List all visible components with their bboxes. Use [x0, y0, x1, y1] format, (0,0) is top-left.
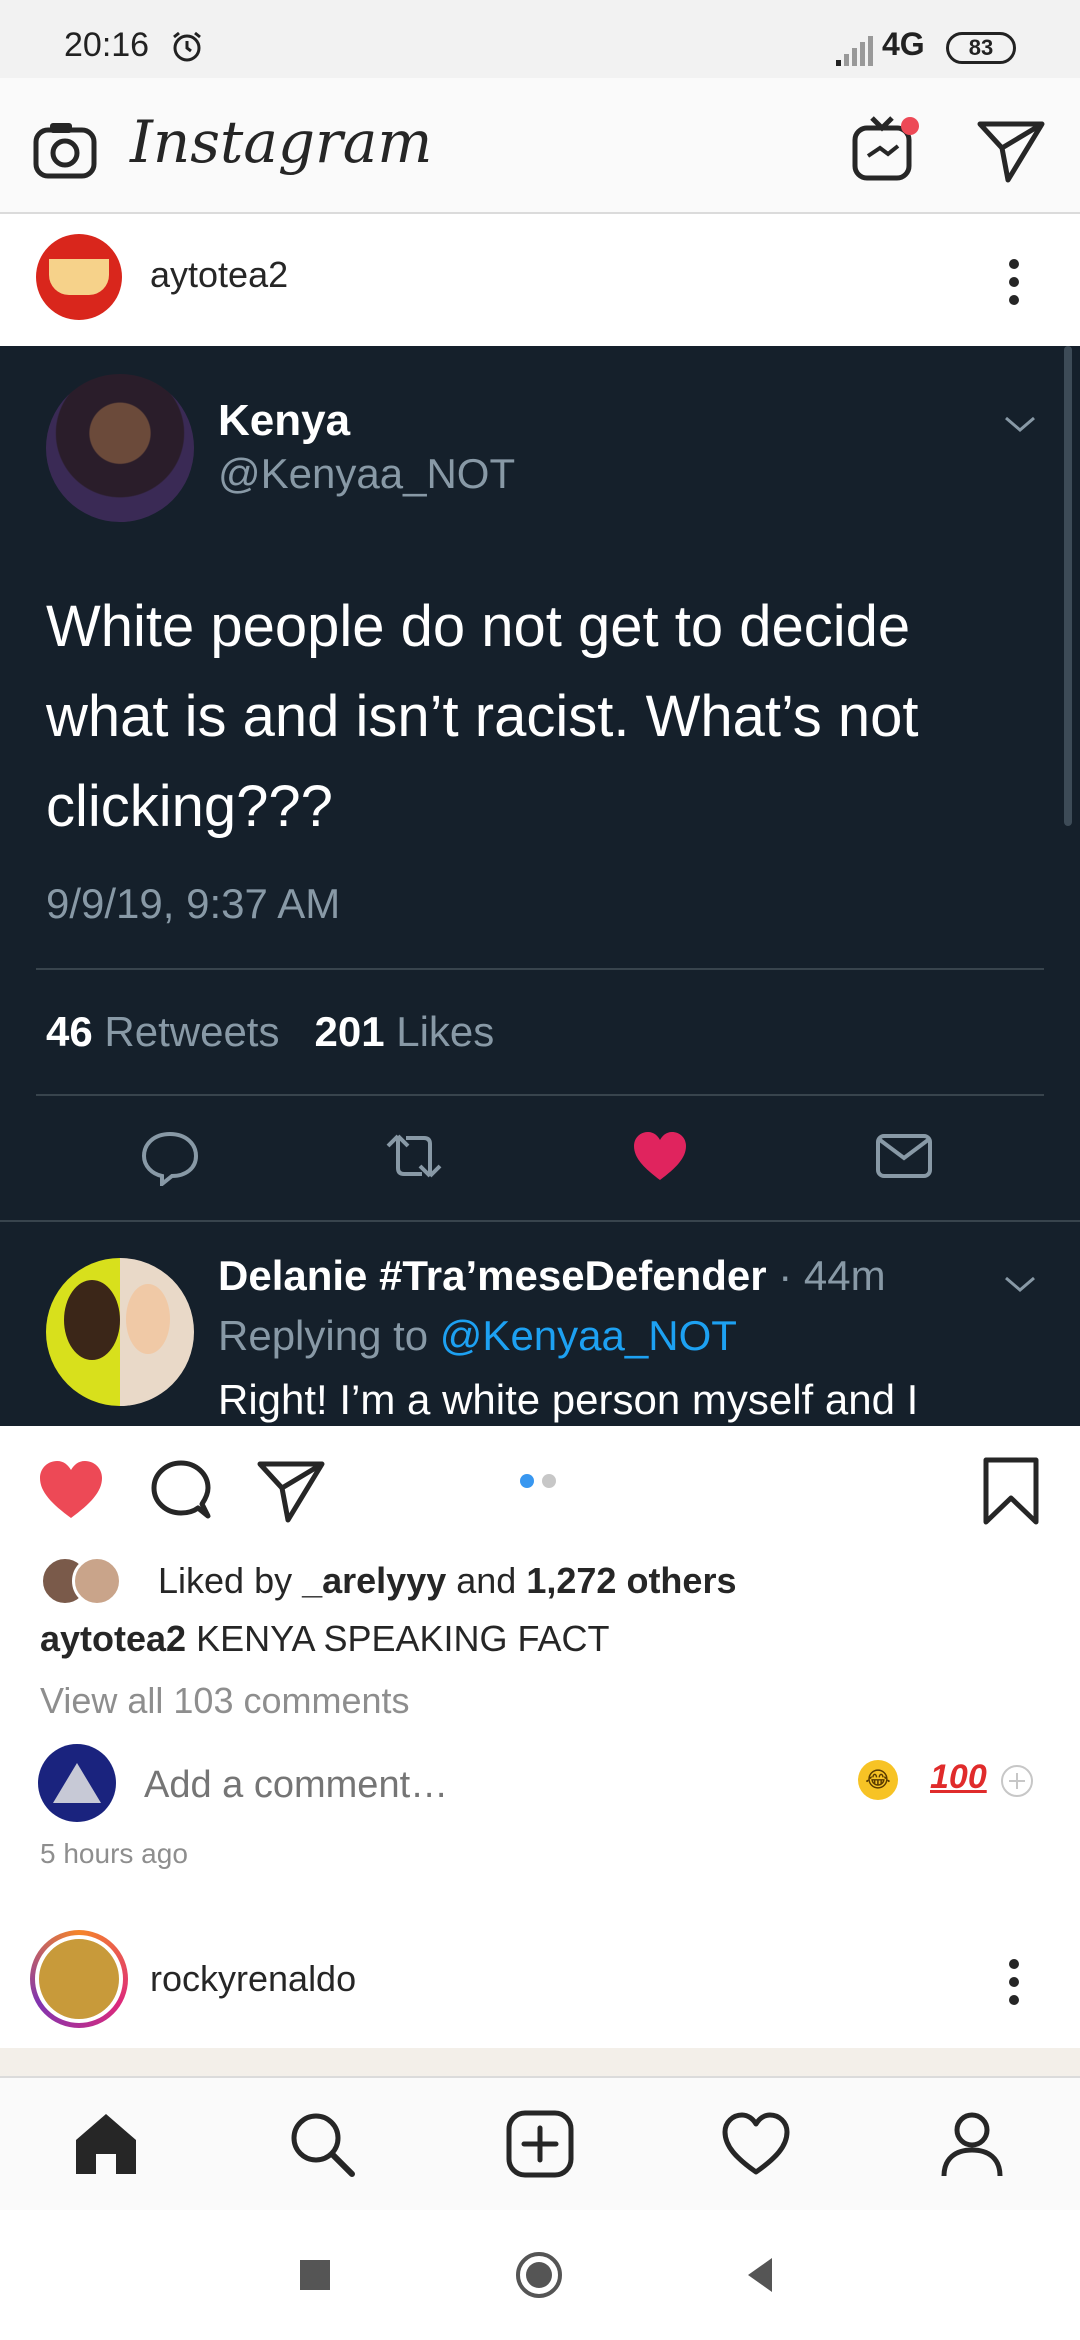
- like-count: 201: [314, 1008, 385, 1055]
- tweet-scrollbar: [1064, 346, 1072, 826]
- network-type: 4G: [882, 26, 925, 62]
- tweet-date: 9/9/19, 9:37 AM: [46, 880, 341, 927]
- app-header: Instagram: [0, 78, 1080, 214]
- liked-by-text: Liked by _arelyyy and 1,272 others: [158, 1560, 736, 1602]
- recents-button[interactable]: [290, 2250, 340, 2300]
- post-caption: aytotea2 KENYA SPEAKING FACT: [40, 1618, 610, 1660]
- post-image-tweet[interactable]: Kenya @Kenyaa_NOT White people do not ge…: [0, 346, 1080, 1426]
- tweet-actions: [0, 1126, 1080, 1206]
- tweet-text: White people do not get to decide what i…: [46, 594, 919, 839]
- reply-author-name: Delanie #Tra’meseDefender: [218, 1252, 767, 1299]
- more-options-icon[interactable]: [1000, 1954, 1028, 2010]
- retweet-count: 46: [46, 1008, 93, 1055]
- add-emoji-icon[interactable]: [1000, 1764, 1034, 1798]
- next-post-avatar[interactable]: [30, 1930, 128, 2028]
- post-username[interactable]: aytotea2: [150, 254, 288, 296]
- brand-logo: Instagram: [130, 108, 433, 176]
- post-avatar[interactable]: [36, 234, 122, 320]
- home-button[interactable]: [514, 2250, 564, 2300]
- alarm-icon: [173, 31, 201, 62]
- bottom-nav: [0, 2076, 1080, 2210]
- bookmark-icon[interactable]: [976, 1456, 1046, 1526]
- camera-icon[interactable]: [32, 118, 98, 184]
- replying-to-prefix: Replying to: [218, 1312, 429, 1359]
- divider: [36, 1094, 1044, 1096]
- retweet-label: Retweets: [104, 1008, 280, 1055]
- replying-to: Replying to @Kenyaa_NOT: [218, 1312, 737, 1360]
- twitter-heart-icon: [634, 1132, 686, 1180]
- divider: [36, 968, 1044, 970]
- comment-icon[interactable]: [146, 1458, 216, 1528]
- post-time: 5 hours ago: [40, 1838, 188, 1869]
- tweet-author-name: Kenya: [218, 396, 351, 445]
- direct-icon[interactable]: [976, 116, 1046, 186]
- liked-by-others[interactable]: 1,272 others: [526, 1560, 736, 1601]
- tweet-avatar: [46, 374, 194, 522]
- like-label: Likes: [396, 1008, 495, 1055]
- liked-by-prefix: Liked by: [158, 1560, 293, 1601]
- reply-author: Delanie #Tra’meseDefender · 44m: [218, 1252, 886, 1300]
- share-icon[interactable]: [256, 1456, 326, 1526]
- reply-text: Right! I’m a white person myself and I: [218, 1376, 919, 1423]
- tweet-stats: 46 Retweets 201 Likes: [46, 1008, 494, 1056]
- status-bar: 20:16 4G 83: [0, 0, 1080, 78]
- replying-to-handle: @Kenyaa_NOT: [439, 1312, 737, 1359]
- signal-icon: [836, 36, 873, 66]
- android-nav-bar: [0, 2210, 1080, 2340]
- caption-username[interactable]: aytotea2: [40, 1618, 186, 1659]
- carousel-dot: [542, 1474, 556, 1488]
- comment-input[interactable]: [144, 1764, 744, 1807]
- reply-avatar: [46, 1258, 194, 1406]
- post-actions: [0, 1426, 1080, 1546]
- search-icon[interactable]: [286, 2108, 358, 2180]
- caption-text: KENYA SPEAKING FACT: [196, 1618, 610, 1659]
- profile-icon[interactable]: [936, 2108, 1008, 2180]
- reply-time: · 44m: [778, 1252, 886, 1299]
- next-post-username[interactable]: rockyrenaldo: [150, 1958, 356, 2000]
- status-time: 20:16: [64, 26, 150, 64]
- back-button[interactable]: [736, 2250, 786, 2300]
- carousel-dot-active: [520, 1474, 534, 1488]
- view-all-comments-link[interactable]: View all 103 comments: [40, 1680, 410, 1722]
- liked-by-and: and: [456, 1560, 517, 1601]
- hundred-emoji-icon[interactable]: 100: [930, 1758, 987, 1797]
- carousel-indicator: [520, 1474, 564, 1493]
- igtv-icon[interactable]: [850, 112, 922, 184]
- chevron-down-icon: [1005, 416, 1035, 432]
- chevron-down-icon: [1005, 1276, 1035, 1292]
- add-post-icon[interactable]: [504, 2108, 576, 2180]
- battery-indicator: 83: [946, 32, 1016, 64]
- my-avatar: [38, 1744, 116, 1822]
- tweet-author-handle: @Kenyaa_NOT: [218, 450, 516, 497]
- next-post-image[interactable]: [0, 2048, 1080, 2076]
- liker-avatar: [72, 1556, 122, 1606]
- likes-row[interactable]: Liked by _arelyyy and 1,272 others: [40, 1556, 1040, 1608]
- divider: [0, 1220, 1080, 1222]
- liked-by-user[interactable]: _arelyyy: [302, 1560, 446, 1601]
- home-icon[interactable]: [70, 2108, 142, 2180]
- heart-icon[interactable]: [36, 1456, 106, 1526]
- more-options-icon[interactable]: [1000, 254, 1028, 310]
- laughing-emoji-icon[interactable]: 😂: [858, 1760, 898, 1800]
- activity-icon[interactable]: [720, 2108, 792, 2180]
- dm-icon: [876, 1134, 932, 1178]
- next-post-header: rockyrenaldo: [0, 1920, 1080, 2050]
- reply-icon: [141, 1131, 199, 1186]
- retweet-icon: [386, 1134, 442, 1178]
- post-header: aytotea2: [0, 214, 1080, 346]
